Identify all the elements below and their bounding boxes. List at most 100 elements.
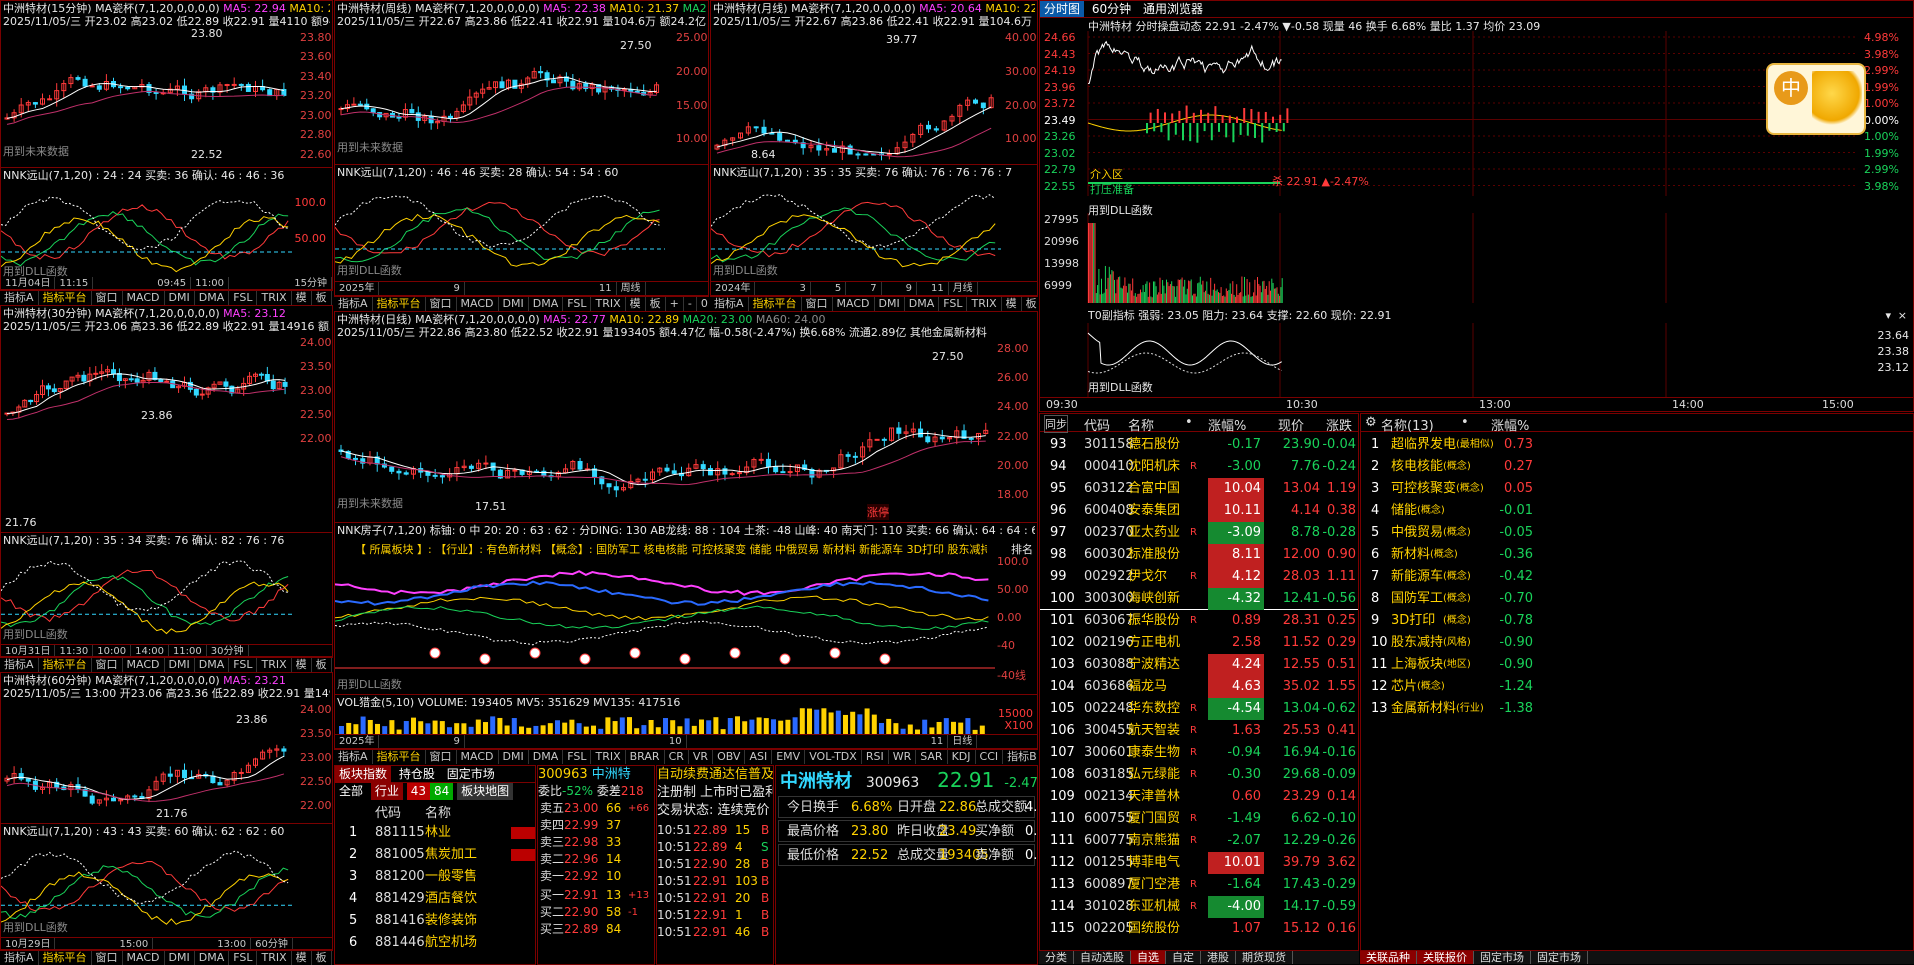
stock-row[interactable]: 102 002196 方正电机 2.58 11.52 0.29 — [1040, 632, 1358, 654]
tab-DMI[interactable]: DMI — [165, 951, 195, 965]
concept-row[interactable]: 8 国防军工 (概念) -0.70 — [1361, 588, 1913, 610]
tab-FSL[interactable]: FSL — [229, 291, 258, 305]
concept-row[interactable]: 12 芯片 (概念) -1.24 — [1361, 676, 1913, 698]
tab-0[interactable]: 0 — [697, 297, 709, 311]
close-icon[interactable]: × — [1898, 309, 1907, 322]
tab-+[interactable]: + — [332, 291, 333, 305]
tab-MACD[interactable]: MACD — [123, 658, 165, 672]
concept-row[interactable]: 4 储能 (概念) -0.01 — [1361, 500, 1913, 522]
concept-row[interactable]: 3 可控核聚变 (概念) 0.05 — [1361, 478, 1913, 500]
bottom-tab-3[interactable]: 自定 — [1166, 951, 1201, 964]
tab-指标A[interactable]: 指标A — [0, 658, 39, 672]
tab-模[interactable]: 模 — [292, 291, 312, 305]
tab-RSI[interactable]: RSI — [862, 750, 889, 764]
stock-row[interactable]: 108 603185 弘元绿能 R -0.30 29.68 -0.09 — [1040, 764, 1358, 786]
indicator-tabbar-30[interactable]: 指标A指标平台窗口MACDDMIDMAFSLTRIX模板+-0 — [0, 657, 333, 672]
tab-DMI[interactable]: DMI — [875, 297, 905, 311]
tab-板[interactable]: 板 — [1022, 297, 1038, 311]
tab-DMI[interactable]: DMI — [165, 658, 195, 672]
bottom-tab-0[interactable]: 分类 — [1039, 951, 1074, 964]
tab-指标A[interactable]: 指标A — [334, 297, 373, 311]
tab-窗口[interactable]: 窗口 — [426, 297, 457, 311]
sector-row[interactable]: 4 881429 酒店餐饮 — [335, 888, 535, 910]
tab-指标平台[interactable]: 指标平台 — [373, 297, 426, 311]
tab-MACD[interactable]: MACD — [123, 291, 165, 305]
tab-窗口[interactable]: 窗口 — [426, 750, 457, 764]
stock-list[interactable]: 同步 代码 名称 • 涨幅% 现价 涨跌 93 301158 德石股份 -0.17 23.90 -0.… — [1039, 413, 1359, 951]
chart-weekly[interactable]: 中洲特材(周线) MA瓷杯(7,1,20,0,0,0,0) MA5: 22.38… — [334, 0, 709, 296]
tab-DMA[interactable]: DMA — [195, 951, 230, 965]
tab-FSL[interactable]: FSL — [939, 297, 968, 311]
tab-TRIX[interactable]: TRIX — [967, 297, 1002, 311]
chart-daily[interactable]: 中洲特材(日线) MA瓷杯(7,1,20,0,0,0,0) MA5: 22.77… — [334, 311, 1038, 749]
concept-row[interactable]: 1 超临界发电 (最相似) 0.73 — [1361, 434, 1913, 456]
tab-模[interactable]: 模 — [1002, 297, 1022, 311]
tab-WR[interactable]: WR — [889, 750, 917, 764]
concept-row[interactable]: 2 核电核能 (概念) 0.27 — [1361, 456, 1913, 478]
tab-窗口[interactable]: 窗口 — [92, 658, 123, 672]
stock-row[interactable]: 95 603122 合富中国 10.04 13.04 1.19 — [1040, 478, 1358, 500]
stock-row[interactable]: 96 600408 安泰集团 10.11 4.14 0.38 — [1040, 500, 1358, 522]
tab-指标平台[interactable]: 指标平台 — [373, 750, 426, 764]
tab-TRIX[interactable]: TRIX — [257, 658, 292, 672]
tab-模[interactable]: 模 — [292, 951, 312, 965]
tab-窗口[interactable]: 窗口 — [92, 951, 123, 965]
stock-row[interactable]: 99 002922 伊戈尔 R 4.12 28.03 1.11 — [1040, 566, 1358, 588]
chart-60min[interactable]: 中洲特材(60分钟) MA瓷杯(7,1,20,0,0,0,0) MA5: 23.… — [0, 672, 333, 950]
tab-指标B[interactable]: 指标B — [1003, 750, 1038, 764]
indicator-tabbar-60[interactable]: 指标A指标平台窗口MACDDMIDMAFSLTRIX模板+-0 — [0, 950, 333, 965]
concept-row[interactable]: 5 中俄贸易 (概念) -0.05 — [1361, 522, 1913, 544]
tab-DMI[interactable]: DMI — [165, 291, 195, 305]
tab-指标A[interactable]: 指标A — [710, 297, 749, 311]
tab-MACD[interactable]: MACD — [833, 297, 875, 311]
indicator-tabbar-monthly[interactable]: 指标A指标平台窗口MACDDMIDMAFSLTRIX模板+-0 — [710, 296, 1038, 311]
sector-row[interactable]: 1 881115 林业 — [335, 822, 535, 844]
stock-row[interactable]: 107 300601 康泰生物 R -0.94 16.94 -0.16 — [1040, 742, 1358, 764]
sector-map-button[interactable]: 板块地图 — [457, 783, 514, 800]
indicator-tabbar-15[interactable]: 指标A指标平台窗口MACDDMIDMAFSLTRIX模板+-0 — [0, 290, 333, 305]
chevron-down-icon[interactable]: ▾ — [1885, 309, 1891, 322]
tab-KDJ[interactable]: KDJ — [948, 750, 976, 764]
stock-row[interactable]: 106 300455 航天智装 R 1.63 25.53 0.41 — [1040, 720, 1358, 742]
tab-窗口[interactable]: 窗口 — [802, 297, 833, 311]
stock-row[interactable]: 104 603686 福龙马 4.63 35.02 1.55 — [1040, 676, 1358, 698]
tab-ASI[interactable]: ASI — [745, 750, 773, 764]
concept-row[interactable]: 9 3D打印 (概念) -0.78 — [1361, 610, 1913, 632]
concept-row[interactable]: 6 新材料 (概念) -0.36 — [1361, 544, 1913, 566]
bottom-tab-4[interactable]: 港股 — [1201, 951, 1236, 964]
tab-TRIX[interactable]: TRIX — [257, 291, 292, 305]
tab-TRIX[interactable]: TRIX — [591, 297, 626, 311]
tab-intraday[interactable]: 分时图 — [1040, 1, 1085, 17]
tab-TRIX[interactable]: TRIX — [591, 750, 626, 764]
sector-row[interactable]: 5 881416 装修装饰 — [335, 910, 535, 932]
tab-FSL[interactable]: FSL — [563, 750, 592, 764]
tab-DMA[interactable]: DMA — [195, 658, 230, 672]
gear-icon[interactable]: ⚙ — [1365, 415, 1377, 430]
stock-row[interactable]: 97 002370 亚太药业 R -3.09 8.78 -0.28 — [1040, 522, 1358, 544]
tab-fixed-market[interactable]: 固定市场 — [443, 766, 499, 783]
stock-row[interactable]: 112 001255 博菲电气 10.01 39.79 3.62 — [1040, 852, 1358, 874]
stock-row[interactable]: 105 002248 华东数控 R -4.54 13.04 -0.62 — [1040, 698, 1358, 720]
tab-+[interactable]: + — [332, 658, 333, 672]
tab-MACD[interactable]: MACD — [457, 297, 499, 311]
stock-row[interactable]: 101 603067 振华股份 R 0.89 28.31 0.25 — [1040, 610, 1358, 632]
tab-指标平台[interactable]: 指标平台 — [749, 297, 802, 311]
tab-CR[interactable]: CR — [665, 750, 689, 764]
tab-MACD[interactable]: MACD — [123, 951, 165, 965]
tab-DMI[interactable]: DMI — [499, 750, 529, 764]
tab-DMI[interactable]: DMI — [499, 297, 529, 311]
intraday-panel[interactable]: 分时图 60分钟 通用浏览器 中洲特材 分时操盘动态 22.91 -2.47% … — [1039, 0, 1914, 412]
tab-60min[interactable]: 60分钟 — [1088, 1, 1135, 17]
tab-browser[interactable]: 通用浏览器 — [1139, 1, 1207, 17]
concept-row[interactable]: 13 金属新材料 (行业) -1.38 — [1361, 698, 1913, 720]
tab-+[interactable]: + — [332, 951, 333, 965]
tab-DMA[interactable]: DMA — [195, 291, 230, 305]
tab-指标平台[interactable]: 指标平台 — [39, 291, 92, 305]
bottom-tab-3[interactable]: 固定市场 — [1531, 951, 1588, 964]
tab-板[interactable]: 板 — [312, 291, 332, 305]
bottom-tab-1[interactable]: 自动选股 — [1074, 951, 1131, 964]
tab-VR[interactable]: VR — [689, 750, 714, 764]
tab-EMV[interactable]: EMV — [772, 750, 806, 764]
tab-DMA[interactable]: DMA — [905, 297, 940, 311]
bottom-tab-2[interactable]: 自选 — [1131, 951, 1166, 964]
